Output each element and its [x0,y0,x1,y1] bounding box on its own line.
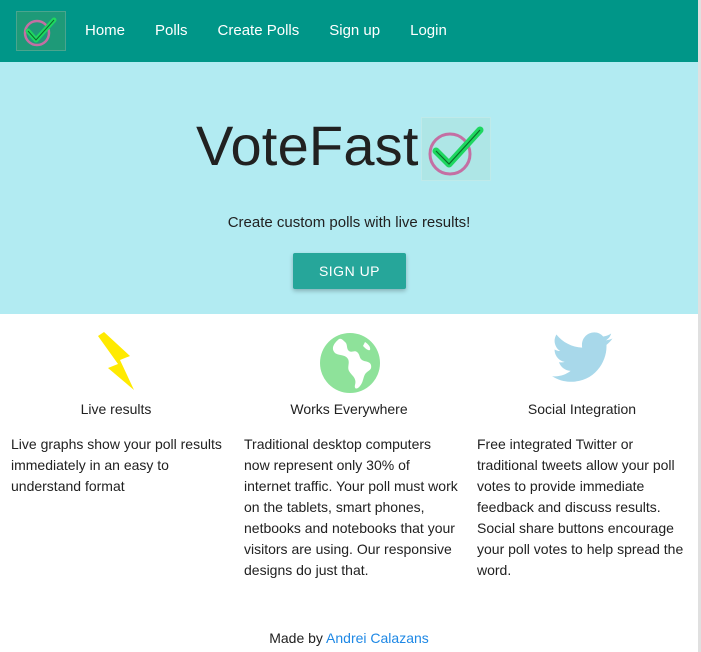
sign-up-button[interactable]: SIGN UP [293,253,406,289]
hero-title-group: VoteFast [196,106,491,186]
nav-link-sign-up[interactable]: Sign up [314,0,395,62]
lightning-bolt-icon [98,332,134,390]
nav-link-login[interactable]: Login [395,0,462,62]
author-link[interactable]: Andrei Calazans [326,630,429,646]
footer: Made by Andrei Calazans [0,630,698,646]
nav-logo[interactable] [16,11,66,51]
navbar: Home Polls Create Polls Sign up Login [0,0,698,62]
hero-logo [420,117,491,181]
globe-icon [320,333,380,393]
nav-link-home[interactable]: Home [70,0,140,62]
nav-link-create-polls[interactable]: Create Polls [203,0,315,62]
feature-text: Traditional desktop computers now repres… [244,436,458,578]
feature-title: Social Integration [527,401,637,417]
checkmark-circle-icon [428,126,484,176]
nav-link-polls[interactable]: Polls [140,0,203,62]
feature-text: Free integrated Twitter or traditional t… [477,436,684,578]
hero-section: VoteFast Create custom polls with live r… [0,62,698,314]
twitter-bird-icon [552,332,613,382]
hero-tagline: Create custom polls with live results! [227,214,471,231]
footer-prefix: Made by [269,630,323,646]
nav-links: Home Polls Create Polls Sign up Login [70,0,462,62]
page-title: VoteFast [196,114,419,177]
feature-text: Live graphs show your poll results immed… [11,436,222,494]
feature-title: Works Everywhere [290,401,408,417]
feature-title: Live results [80,401,152,417]
checkmark-circle-icon [23,17,57,47]
